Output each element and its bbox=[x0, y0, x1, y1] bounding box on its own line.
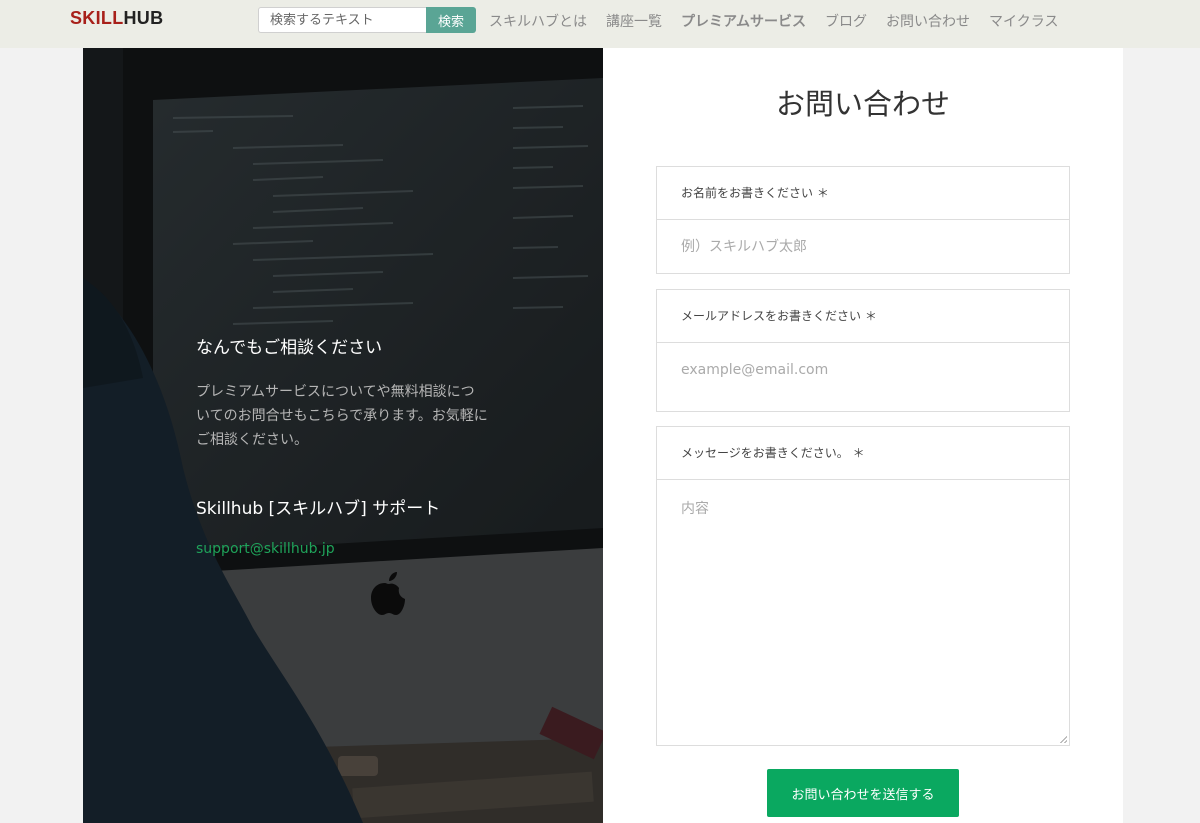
nav-about[interactable]: スキルハブとは bbox=[489, 11, 587, 31]
search-form: 検索 bbox=[258, 7, 476, 33]
hero-heading: なんでもご相談ください bbox=[196, 338, 383, 358]
support-title: Skillhub [スキルハブ] サポート bbox=[196, 499, 441, 519]
nav-blog[interactable]: ブログ bbox=[825, 11, 867, 31]
search-input[interactable] bbox=[258, 7, 426, 33]
site-logo[interactable]: SKILLHUB bbox=[70, 8, 163, 29]
nav-premium[interactable]: プレミアムサービス bbox=[681, 11, 806, 31]
page-title: お問い合わせ bbox=[775, 87, 950, 121]
nav-courses[interactable]: 講座一覧 bbox=[606, 11, 662, 31]
hero-description: プレミアムサービスについてや無料相談についてのお問合せもこちらで承ります。お気軽… bbox=[196, 384, 488, 448]
email-field-group: メールアドレスをお書きください ＊ bbox=[656, 289, 1070, 412]
name-field-group: お名前をお書きください ＊ bbox=[656, 166, 1070, 274]
support-email-link[interactable]: support@skillhub.jp bbox=[196, 541, 496, 557]
main-nav: スキルハブとは 講座一覧 プレミアムサービス ブログ お問い合わせ マイクラス bbox=[489, 11, 1077, 31]
message-textarea[interactable] bbox=[657, 480, 1069, 745]
message-field-label: メッセージをお書きください。 ＊ bbox=[657, 427, 1069, 480]
hero-panel: なんでもご相談ください プレミアムサービスについてや無料相談についてのお問合せも… bbox=[83, 48, 603, 823]
name-input[interactable] bbox=[657, 220, 1069, 273]
message-field-group: メッセージをお書きください。 ＊ bbox=[656, 426, 1070, 746]
email-input[interactable] bbox=[657, 343, 1069, 397]
contact-form-panel: お問い合わせ お名前をお書きください ＊ メールアドレスをお書きください ＊ メ… bbox=[603, 48, 1123, 823]
resize-grip-icon[interactable] bbox=[1059, 735, 1067, 743]
nav-contact[interactable]: お問い合わせ bbox=[886, 11, 970, 31]
email-field-label: メールアドレスをお書きください ＊ bbox=[657, 290, 1069, 343]
hero-text-block: なんでもご相談ください プレミアムサービスについてや無料相談についてのお問合せも… bbox=[196, 333, 496, 557]
site-header: SKILLHUB 検索 スキルハブとは 講座一覧 プレミアムサービス ブログ お… bbox=[0, 0, 1200, 48]
search-button[interactable]: 検索 bbox=[426, 7, 476, 33]
nav-my-class[interactable]: マイクラス bbox=[989, 11, 1058, 31]
submit-button[interactable]: お問い合わせを送信する bbox=[767, 769, 959, 817]
name-field-label: お名前をお書きください ＊ bbox=[657, 167, 1069, 220]
